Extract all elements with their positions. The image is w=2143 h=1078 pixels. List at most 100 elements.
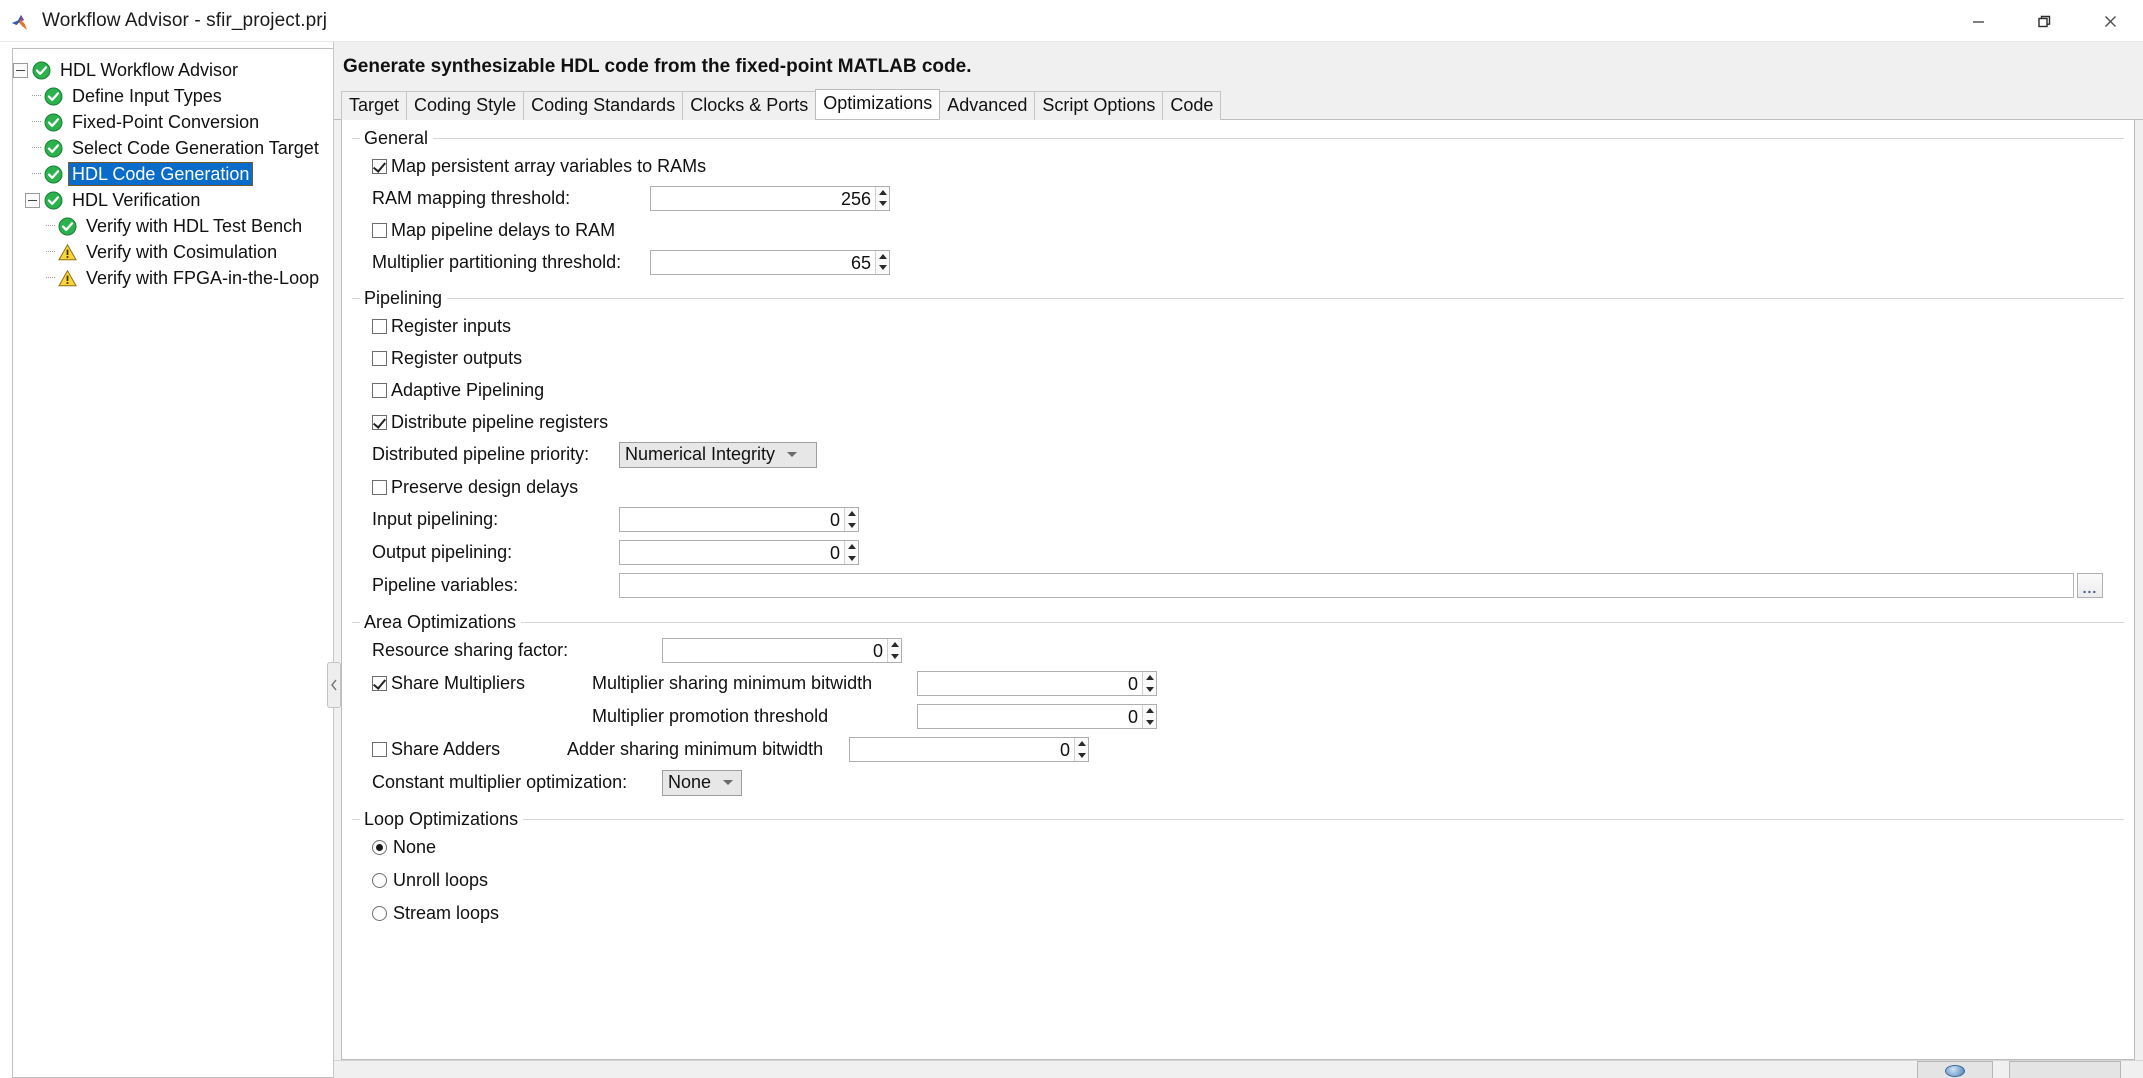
share-adders-checkbox[interactable]: Share Adders — [372, 739, 567, 760]
tree-item-define-input-types[interactable]: Define Input Types — [13, 83, 333, 109]
multiplier-sharing-bitwidth-value[interactable]: 0 — [918, 672, 1142, 695]
input-pipelining-stepper[interactable]: 0 — [619, 507, 859, 532]
chevron-down-icon — [785, 452, 798, 457]
loop-optimizations-legend: Loop Optimizations — [364, 809, 519, 829]
constant-multiplier-optimization-value: None — [668, 772, 712, 792]
close-button[interactable] — [2077, 0, 2143, 42]
map-persistent-label: Map persistent array variables to RAMs — [391, 155, 707, 176]
distributed-pipeline-priority-select[interactable]: Numerical Integrity — [619, 441, 817, 468]
register-outputs-row: Register outputs — [372, 342, 2124, 374]
tree-item-hdl-code-generation[interactable]: HDL Code Generation — [13, 161, 333, 187]
multiplier-partitioning-row: Multiplier partitioning threshold: 65 — [372, 246, 2124, 278]
window-title: Workflow Advisor - sfir_project.prj — [42, 9, 328, 31]
stepper-arrows-icon[interactable] — [844, 541, 858, 564]
adder-sharing-bitwidth-value[interactable]: 0 — [850, 738, 1074, 761]
tab-script-options[interactable]: Script Options — [1034, 91, 1164, 120]
tab-code[interactable]: Code — [1162, 91, 1222, 120]
tab-advanced[interactable]: Advanced — [939, 91, 1036, 120]
preserve-design-delays-checkbox[interactable]: Preserve design delays — [372, 477, 578, 498]
loop-option-unroll-radio[interactable]: Unroll loops — [372, 870, 488, 891]
register-outputs-checkbox[interactable]: Register outputs — [372, 348, 522, 369]
ram-threshold-value[interactable]: 256 — [651, 186, 875, 210]
pipeline-variables-input[interactable] — [619, 573, 2074, 598]
minimize-button[interactable] — [1945, 0, 2011, 42]
tree-item-verify-with-cosimulation[interactable]: Verify with Cosimulation — [13, 239, 333, 265]
tab-target[interactable]: Target — [341, 91, 408, 120]
multiplier-sharing-bitwidth-stepper[interactable]: 0 — [917, 671, 1157, 696]
expander-icon[interactable] — [13, 62, 28, 78]
area-optimizations-legend: Area Optimizations — [364, 612, 517, 632]
checkbox-icon — [372, 479, 387, 495]
tree-item-label: HDL Workflow Advisor — [60, 60, 239, 80]
tab-clocks-and-ports[interactable]: Clocks & Ports — [682, 91, 817, 120]
output-pipelining-value[interactable]: 0 — [620, 541, 844, 564]
checkbox-icon — [372, 222, 387, 238]
stepper-arrows-icon[interactable] — [875, 250, 889, 274]
workflow-tree[interactable]: HDL Workflow Advisor Define Input Types … — [12, 48, 333, 1078]
checkbox-icon — [372, 676, 387, 691]
stepper-arrows-icon[interactable] — [887, 639, 901, 662]
multiplier-promotion-threshold-stepper[interactable]: 0 — [917, 704, 1157, 729]
stepper-arrows-icon[interactable] — [1142, 705, 1156, 728]
adder-sharing-bitwidth-label: Adder sharing minimum bitwidth — [567, 739, 824, 759]
distribute-pipeline-registers-checkbox[interactable]: Distribute pipeline registers — [372, 412, 608, 433]
adder-sharing-bitwidth-stepper[interactable]: 0 — [849, 737, 1089, 762]
checkbox-icon — [372, 742, 387, 757]
tab-optimizations[interactable]: Optimizations — [815, 89, 941, 119]
multiplier-partitioning-value[interactable]: 65 — [651, 250, 875, 274]
preserve-design-delays-label: Preserve design delays — [391, 476, 579, 497]
tree-item-label: Define Input Types — [72, 86, 222, 106]
tree-item-hdl-workflow-advisor[interactable]: HDL Workflow Advisor — [13, 57, 333, 83]
loop-option-none-radio[interactable]: None — [372, 837, 436, 858]
run-globe-icon — [1945, 1064, 1965, 1077]
tree-item-hdl-verification[interactable]: HDL Verification — [13, 187, 333, 213]
loop-option-unroll-row: Unroll loops — [372, 864, 2124, 897]
multiplier-promotion-threshold-value[interactable]: 0 — [918, 705, 1142, 728]
resource-sharing-factor-value[interactable]: 0 — [663, 639, 887, 662]
page-title: Generate synthesizable HDL code from the… — [334, 42, 2143, 90]
map-pipeline-delays-row: Map pipeline delays to RAM — [372, 214, 2124, 246]
ram-threshold-stepper[interactable]: 256 — [650, 185, 890, 211]
loop-option-stream-radio[interactable]: Stream loops — [372, 903, 499, 924]
stepper-arrows-icon[interactable] — [1074, 738, 1088, 761]
output-pipelining-row: Output pipelining: 0 — [372, 536, 2124, 569]
pass-icon — [58, 217, 77, 236]
expander-icon[interactable] — [25, 192, 40, 208]
tree-item-label: Verify with FPGA-in-the-Loop — [86, 268, 320, 288]
pass-icon — [44, 87, 63, 106]
resource-sharing-factor-stepper[interactable]: 0 — [662, 638, 902, 663]
restore-button[interactable] — [2011, 0, 2077, 42]
next-button[interactable] — [2009, 1061, 2121, 1078]
tree-item-verify-with-hdl-test-bench[interactable]: Verify with HDL Test Bench — [13, 213, 333, 239]
chevron-left-icon — [330, 679, 337, 691]
constant-multiplier-optimization-label: Constant multiplier optimization: — [372, 772, 628, 792]
output-pipelining-stepper[interactable]: 0 — [619, 540, 859, 565]
pipeline-variables-browse-button[interactable]: ... — [2077, 573, 2103, 598]
adaptive-pipelining-checkbox[interactable]: Adaptive Pipelining — [372, 380, 544, 401]
stepper-arrows-icon[interactable] — [875, 186, 889, 210]
tab-coding-style[interactable]: Coding Style — [406, 91, 525, 120]
checkbox-icon — [372, 318, 387, 334]
tree-item-verify-with-fpga-in-the-loop[interactable]: Verify with FPGA-in-the-Loop — [13, 265, 333, 291]
share-multipliers-checkbox[interactable]: Share Multipliers — [372, 673, 592, 694]
radio-icon — [372, 906, 387, 921]
pass-icon — [44, 139, 63, 158]
pipelining-legend: Pipelining — [364, 288, 443, 308]
multiplier-partitioning-stepper[interactable]: 65 — [650, 249, 890, 275]
run-button[interactable] — [1917, 1061, 1993, 1078]
register-inputs-checkbox[interactable]: Register inputs — [372, 316, 511, 337]
distributed-pipeline-priority-row: Distributed pipeline priority: Numerical… — [372, 438, 2124, 471]
stepper-arrows-icon[interactable] — [1142, 672, 1156, 695]
stepper-arrows-icon[interactable] — [844, 508, 858, 531]
tab-coding-standards[interactable]: Coding Standards — [523, 91, 684, 120]
resource-sharing-factor-row: Resource sharing factor: 0 — [372, 634, 2124, 667]
map-persistent-checkbox[interactable]: Map persistent array variables to RAMs — [372, 156, 706, 177]
map-pipeline-delays-checkbox[interactable]: Map pipeline delays to RAM — [372, 220, 615, 241]
input-pipelining-value[interactable]: 0 — [620, 508, 844, 531]
tree-item-select-code-generation-target[interactable]: Select Code Generation Target — [13, 135, 333, 161]
tree-item-fixed-point-conversion[interactable]: Fixed-Point Conversion — [13, 109, 333, 135]
share-multipliers-row: Share Multipliers Multiplier sharing min… — [372, 667, 2124, 700]
constant-multiplier-optimization-select[interactable]: None — [662, 769, 742, 796]
checkbox-icon — [372, 350, 387, 366]
panel-splitter-handle[interactable] — [327, 662, 341, 708]
